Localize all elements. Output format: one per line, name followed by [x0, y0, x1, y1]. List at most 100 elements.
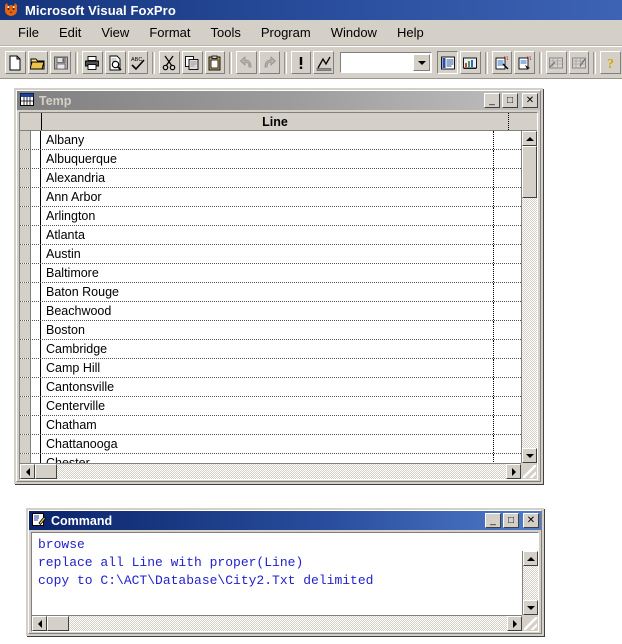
command-window[interactable]: Command _ □ ✕ browse replace all Line wit… — [26, 508, 544, 636]
maximize-button[interactable]: □ — [502, 93, 518, 108]
row-selector[interactable] — [20, 245, 31, 263]
row-selector[interactable] — [20, 188, 31, 206]
command-vertical-scrollbar[interactable] — [522, 551, 538, 615]
spell-check-icon[interactable]: ABC — [127, 51, 149, 74]
toolbar-combo[interactable] — [339, 52, 433, 73]
close-button[interactable]: ✕ — [522, 93, 538, 108]
cell-line[interactable]: Centerville — [41, 397, 494, 415]
command-line[interactable]: copy to C:\ACT\Database\City2.Txt delimi… — [38, 572, 522, 590]
minimize-button[interactable]: _ — [484, 93, 500, 108]
open-folder-icon[interactable] — [27, 51, 49, 74]
cell-line[interactable]: Chester — [41, 454, 494, 463]
horizontal-scroll-track[interactable] — [35, 464, 506, 479]
cell-line[interactable]: Camp Hill — [41, 359, 494, 377]
query-designer-icon[interactable] — [514, 51, 536, 74]
table-row[interactable]: Austin — [20, 245, 521, 264]
table-row[interactable]: Camp Hill — [20, 359, 521, 378]
row-selector[interactable] — [20, 435, 31, 453]
table-row[interactable]: Alexandria — [20, 169, 521, 188]
temp-window-titlebar[interactable]: Temp _ □ ✕ — [17, 91, 540, 110]
cell-line[interactable]: Beachwood — [41, 302, 494, 320]
vertical-scroll-track[interactable] — [522, 146, 537, 448]
command-line[interactable]: browse — [38, 536, 522, 554]
menu-item-file[interactable]: File — [8, 22, 49, 43]
horizontal-scroll-track[interactable] — [47, 616, 507, 631]
column-header-line[interactable]: Line — [42, 113, 509, 130]
row-selector[interactable] — [20, 302, 31, 320]
save-disk-icon[interactable] — [50, 51, 72, 74]
maximize-button[interactable]: □ — [503, 513, 519, 528]
row-selector[interactable] — [20, 207, 31, 225]
menu-item-view[interactable]: View — [91, 22, 139, 43]
table-row[interactable]: Arlington — [20, 207, 521, 226]
form-designer-icon[interactable] — [437, 51, 458, 74]
table-row[interactable]: Cantonsville — [20, 378, 521, 397]
vertical-scroll-thumb[interactable] — [522, 146, 537, 198]
cell-line[interactable]: Atlanta — [41, 226, 494, 244]
redo-arrow-icon[interactable] — [258, 51, 280, 74]
table-row[interactable]: Beachwood — [20, 302, 521, 321]
paste-clipboard-icon[interactable] — [204, 51, 226, 74]
grid-resize-grip[interactable] — [521, 463, 537, 479]
cut-scissors-icon[interactable] — [159, 51, 180, 74]
row-selector[interactable] — [20, 416, 31, 434]
scroll-up-button[interactable] — [523, 551, 538, 566]
table-row[interactable]: Atlanta — [20, 226, 521, 245]
chevron-down-icon[interactable] — [413, 54, 431, 71]
table-row[interactable]: Albuquerque — [20, 150, 521, 169]
cell-line[interactable]: Baton Rouge — [41, 283, 494, 301]
cell-line[interactable]: Chattanooga — [41, 435, 494, 453]
print-preview-icon[interactable] — [104, 51, 126, 74]
table-row[interactable]: Centerville — [20, 397, 521, 416]
command-line[interactable]: replace all Line with proper(Line) — [38, 554, 522, 572]
scroll-left-button[interactable] — [32, 616, 47, 631]
row-selector[interactable] — [20, 340, 31, 358]
browse-grid[interactable]: Line Albany Albuquerque Alexandria Ann Arbo… — [19, 112, 538, 480]
report-designer-icon[interactable] — [460, 51, 481, 74]
cell-line[interactable]: Boston — [41, 321, 494, 339]
cell-line[interactable]: Albuquerque — [41, 150, 494, 168]
row-selector[interactable] — [20, 454, 31, 463]
table-row[interactable]: Baltimore — [20, 264, 521, 283]
view-designer-icon[interactable] — [545, 51, 567, 74]
table-row[interactable]: Baton Rouge — [20, 283, 521, 302]
cell-line[interactable]: Albany — [41, 131, 494, 149]
cell-line[interactable]: Cambridge — [41, 340, 494, 358]
row-selector[interactable] — [20, 378, 31, 396]
new-icon[interactable] — [5, 51, 26, 74]
menu-item-edit[interactable]: Edit — [49, 22, 91, 43]
table-row[interactable]: Cambridge — [20, 340, 521, 359]
scroll-left-button[interactable] — [20, 464, 35, 479]
row-selector[interactable] — [20, 321, 31, 339]
minimize-button[interactable]: _ — [485, 513, 501, 528]
run-exclamation-icon[interactable] — [290, 51, 312, 74]
row-selector[interactable] — [20, 283, 31, 301]
cell-line[interactable]: Alexandria — [41, 169, 494, 187]
cell-line[interactable]: Arlington — [41, 207, 494, 225]
table-row[interactable]: Chester — [20, 454, 521, 463]
row-selector[interactable] — [20, 226, 31, 244]
table-row[interactable]: Ann Arbor — [20, 188, 521, 207]
row-selector[interactable] — [20, 131, 31, 149]
menu-item-program[interactable]: Program — [251, 22, 321, 43]
row-selector[interactable] — [20, 169, 31, 187]
scroll-down-button[interactable] — [523, 600, 538, 615]
horizontal-scroll-thumb[interactable] — [47, 616, 69, 631]
scroll-right-button[interactable] — [506, 464, 521, 479]
horizontal-scroll-thumb[interactable] — [35, 464, 57, 479]
scroll-right-button[interactable] — [507, 616, 522, 631]
menu-item-tools[interactable]: Tools — [200, 22, 250, 43]
temp-browse-window[interactable]: Temp _ □ ✕ Line Albany Albuquerque Alexand… — [14, 88, 543, 484]
scroll-up-button[interactable] — [522, 131, 537, 146]
row-selector[interactable] — [20, 359, 31, 377]
table-row[interactable]: Boston — [20, 321, 521, 340]
cell-line[interactable]: Austin — [41, 245, 494, 263]
cell-line[interactable]: Chatham — [41, 416, 494, 434]
cell-line[interactable]: Ann Arbor — [41, 188, 494, 206]
grid-vertical-scrollbar[interactable] — [521, 131, 537, 463]
scroll-down-button[interactable] — [522, 448, 537, 463]
undo-arrow-icon[interactable] — [236, 51, 257, 74]
print-icon[interactable] — [82, 51, 103, 74]
menu-item-help[interactable]: Help — [387, 22, 434, 43]
row-selector[interactable] — [20, 264, 31, 282]
